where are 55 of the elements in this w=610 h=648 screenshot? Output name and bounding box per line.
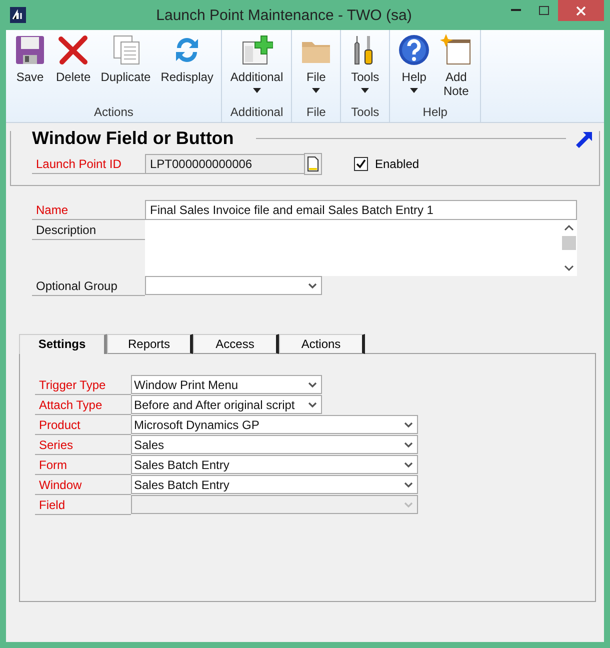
- ribbon-button[interactable]: Duplicate: [96, 30, 155, 102]
- group-label: Actions: [93, 104, 134, 121]
- dropdown[interactable]: Before and After original script: [131, 395, 322, 414]
- group-label: Tools: [350, 104, 380, 121]
- window-title: Launch Point Maintenance - TWO (sa): [155, 6, 413, 24]
- ribbon-button[interactable]: Add Note: [436, 30, 476, 102]
- delete-icon: [57, 34, 90, 66]
- chevron-down-icon: [308, 402, 317, 408]
- caret-icon: [252, 88, 261, 93]
- ribbon-button[interactable]: Additional: [226, 30, 288, 102]
- close-button[interactable]: [558, 0, 604, 21]
- ribbon-button[interactable]: Save: [10, 30, 50, 102]
- dropdown[interactable]: Microsoft Dynamics GP: [131, 415, 418, 434]
- group-label: Help: [422, 104, 448, 121]
- chevron-down-icon: [404, 442, 413, 448]
- group-label: File: [305, 104, 327, 121]
- maximize-icon: [539, 6, 549, 15]
- chevron-down-icon: [404, 482, 413, 488]
- chevron-down-icon: [308, 382, 317, 388]
- ribbon-button[interactable]: Delete: [52, 30, 95, 102]
- description-field[interactable]: [145, 220, 577, 276]
- dropdown[interactable]: Sales: [131, 435, 418, 454]
- tab[interactable]: Access: [193, 334, 279, 354]
- ribbon-button[interactable]: Tools: [345, 30, 386, 102]
- close-icon: [576, 6, 586, 16]
- minimize-icon: [511, 9, 521, 12]
- chevron-down-icon: [404, 462, 413, 468]
- expand-arrow-icon[interactable]: [574, 129, 594, 149]
- note-icon[interactable]: [304, 153, 322, 175]
- tab[interactable]: Settings: [19, 334, 107, 354]
- ribbon-button[interactable]: File: [296, 30, 336, 102]
- tab[interactable]: Reports: [107, 334, 193, 354]
- checkbox-label: Enabled: [375, 157, 420, 171]
- name-field[interactable]: Final Sales Invoice file and email Sales Batch Entry 1: [145, 200, 577, 220]
- tab[interactable]: Actions: [279, 334, 365, 354]
- ribbon-button[interactable]: Help: [394, 30, 434, 102]
- note-icon: [440, 34, 472, 66]
- check-icon: [356, 159, 366, 169]
- enabled-checkbox[interactable]: [354, 157, 368, 171]
- dropdown[interactable]: Window Print Menu: [131, 375, 322, 394]
- launch-point-id-field[interactable]: LPT000000000006: [145, 154, 305, 174]
- group-label: Additional: [229, 104, 284, 121]
- caret-icon: [312, 88, 320, 93]
- chevron-down-icon: [404, 422, 413, 428]
- caret-icon: [410, 88, 418, 93]
- caret-icon: [361, 88, 370, 93]
- dropdown[interactable]: Sales Batch Entry: [131, 455, 418, 474]
- ribbon-button[interactable]: Redisplay: [156, 30, 218, 102]
- dropdown[interactable]: Sales Batch Entry: [131, 475, 418, 494]
- section-title: Window Field or Button: [31, 128, 235, 148]
- chevron-down-icon: [404, 502, 413, 508]
- help-icon: [398, 34, 430, 66]
- window-plus-icon: [240, 34, 273, 66]
- app-logo-icon: [10, 7, 26, 23]
- chevron-down-icon: [308, 282, 317, 288]
